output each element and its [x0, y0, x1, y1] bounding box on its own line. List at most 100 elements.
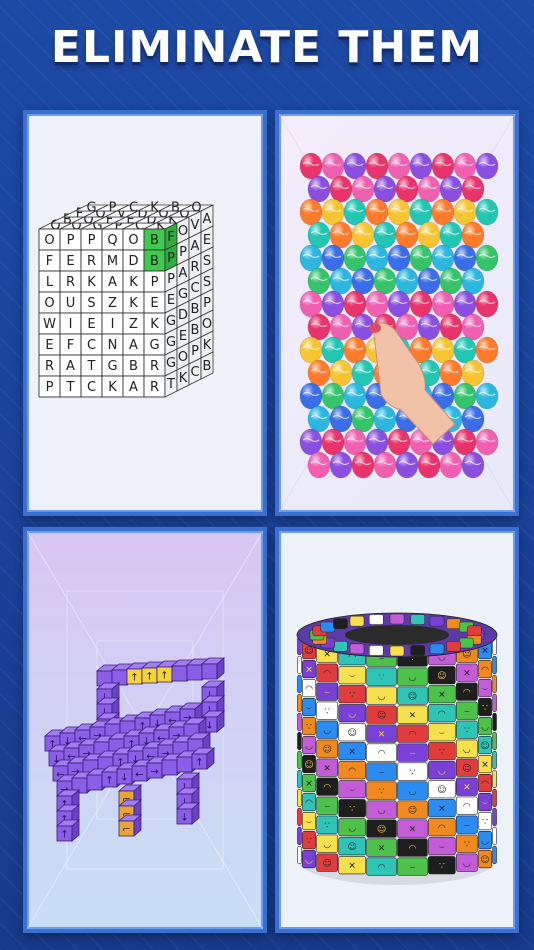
- balloon-shine: [308, 406, 330, 432]
- balloon-shine: [462, 268, 484, 294]
- cube-letter: P: [167, 251, 175, 266]
- balloon-shine: [308, 314, 330, 340]
- panel-balloon-cylinder[interactable]: [275, 110, 519, 516]
- balloon-shine: [440, 360, 462, 386]
- monster-face-icon: ⌣: [349, 671, 355, 681]
- monster-face-icon: ✕: [305, 665, 313, 675]
- arrow-icon: ↑: [130, 673, 138, 684]
- truck-cube: [186, 664, 203, 681]
- balloon-shine: [300, 383, 322, 409]
- balloon-shine: [374, 452, 396, 478]
- balloon-shine: [462, 406, 484, 432]
- balloon-shine: [330, 360, 352, 386]
- monster-face-icon: ∵: [324, 821, 330, 831]
- balloon-shine: [344, 337, 366, 363]
- monster-face-icon: ◡: [409, 673, 417, 683]
- monster-face-icon: ∵: [379, 787, 385, 797]
- panel-purple-truck[interactable]: ↑↑↑↓↓↓↓↓↓↑↓←→↑↓←→↓←→↑↓←→←→↑↓←→→↑↓←→↑↑⌐↓↑…: [23, 527, 267, 933]
- cube-letter: R: [87, 254, 96, 269]
- balloon-shine: [352, 268, 374, 294]
- cube-letter: A: [129, 380, 138, 395]
- monster-face-icon: ☺: [462, 763, 471, 774]
- cube-letter: S: [203, 275, 211, 290]
- balloon-shine: [410, 291, 432, 317]
- cylinder-hole: [345, 625, 449, 645]
- monster-face-icon: ✕: [378, 844, 386, 854]
- page-title: ELIMINATE THEM: [50, 22, 484, 73]
- arrow-icon: ↓: [205, 721, 213, 732]
- halloween-cube: [297, 655, 302, 674]
- monster-face-icon: ⌣: [306, 703, 312, 713]
- truck-cube: [161, 759, 178, 776]
- halloween-top-cube: [459, 637, 474, 649]
- monster-face-icon: ◠: [409, 844, 417, 854]
- balloon-shine: [300, 199, 322, 225]
- cube-letter: K: [129, 275, 138, 290]
- halloween-top-cube: [369, 645, 384, 656]
- balloon-cylinder-illustration: [279, 114, 515, 512]
- cube-letter: S: [87, 296, 95, 311]
- cube-letter: E: [66, 254, 74, 269]
- cube-letter: E: [167, 293, 175, 308]
- balloon-shine: [396, 176, 418, 202]
- balloon-shine: [432, 153, 454, 179]
- cube-letter: O: [178, 350, 188, 365]
- monster-face-icon: ∵: [464, 840, 470, 850]
- halloween-top-cube: [349, 615, 365, 627]
- monster-face-icon: ◠: [323, 669, 331, 679]
- cube-letter: R: [66, 275, 75, 290]
- halloween-cube: [297, 731, 302, 750]
- cube-letter: P: [109, 201, 117, 216]
- monster-face-icon: ☺: [377, 824, 386, 835]
- balloon-shine: [330, 314, 352, 340]
- monster-face-icon: ☺: [322, 858, 331, 869]
- monster-face-icon: ☺: [437, 670, 446, 681]
- balloon-shine: [462, 452, 484, 478]
- monster-face-icon: ✕: [438, 804, 446, 814]
- cube-letter: C: [190, 281, 199, 296]
- monster-face-icon: ◠: [481, 779, 489, 789]
- monster-face-icon: ◠: [305, 684, 313, 694]
- cube-letter: K: [150, 317, 159, 332]
- balloon-shine: [396, 268, 418, 294]
- monster-face-icon: ✕: [463, 669, 471, 679]
- cube-letter: K: [129, 296, 138, 311]
- monster-face-icon: ◡: [348, 709, 356, 719]
- balloon-shine: [344, 153, 366, 179]
- balloon-shine: [308, 268, 330, 294]
- arrow-icon: ↑: [60, 830, 68, 841]
- truck-cube: [201, 663, 218, 680]
- panel-word-cube[interactable]: OOGPCKBOFEDKFOVDOOGPCKBOOPPQOBFERMDBLRKA…: [23, 110, 267, 516]
- balloon-shine: [440, 452, 462, 478]
- balloon-shine: [366, 153, 388, 179]
- cube-letter: P: [179, 245, 187, 260]
- balloon-shine: [374, 222, 396, 248]
- balloon-shine: [308, 176, 330, 202]
- balloon-shine: [418, 314, 440, 340]
- cube-letter: V: [191, 218, 200, 233]
- balloon-shine: [432, 199, 454, 225]
- cube-letter: R: [190, 260, 199, 275]
- cube-letter: E: [203, 233, 211, 248]
- balloon-shine: [322, 199, 344, 225]
- balloon-shine: [330, 176, 352, 202]
- balloon-shine: [440, 268, 462, 294]
- cube-letter: C: [190, 365, 199, 380]
- arrow-icon: ↑: [160, 671, 168, 682]
- cube-letter: P: [167, 272, 175, 287]
- arrow-icon: ←: [135, 770, 143, 781]
- cube-letter: W: [43, 317, 56, 332]
- monster-face-icon: ☺: [480, 854, 489, 865]
- cube-letter: E: [87, 317, 95, 332]
- balloon-shine: [440, 314, 462, 340]
- cube-letter: I: [69, 317, 73, 332]
- cube-letter: O: [202, 317, 212, 332]
- halloween-cube: [492, 826, 497, 845]
- halloween-cube: [297, 788, 302, 807]
- monster-face-icon: ✕: [378, 730, 386, 740]
- panel-halloween-cylinder[interactable]: ☺ ✕ ◠ ⌣ ∵ ◡ ☺ ✕ ✕ ◠ ⌣ ∵ ◡ ☺ ✕ ◠ ◠ ⌣ ∵ ◡ ☺ ✕ ◠ ⌣ ⌣ ∵ ◡ ☺ ✕ ◠ ⌣ ∵ ∵ ◡ ☺ ✕ ◠ ⌣ ∵ ◡…: [275, 527, 519, 933]
- monster-face-icon: ◡: [305, 855, 313, 865]
- balloon-shine: [440, 176, 462, 202]
- balloon-shine: [396, 222, 418, 248]
- balloon-shine: [418, 268, 440, 294]
